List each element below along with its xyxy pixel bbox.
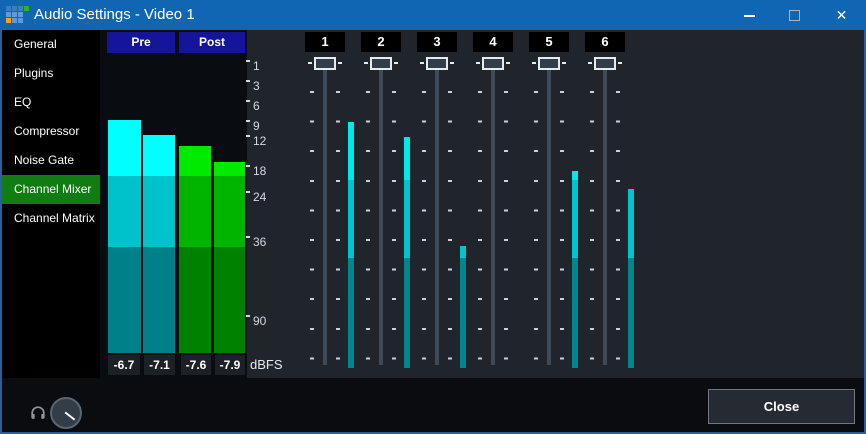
channel-level-meter-3 [460, 246, 466, 368]
fader-handle-4[interactable] [482, 57, 504, 70]
scale-tick-text: 9 [253, 119, 260, 133]
scale-tick: 24 [246, 190, 266, 204]
dbfs-unit-label: dBFS [250, 355, 294, 375]
scale-tick: 3 [246, 79, 260, 93]
scale-tick-text: 36 [253, 235, 266, 249]
pre-meter-label: Pre [107, 32, 175, 53]
channel-strip-2: 2 [358, 30, 404, 378]
channel-strip-1: 1 [302, 30, 348, 378]
channel-strip-3: 3 [414, 30, 460, 378]
channel-number-label: 6 [585, 32, 625, 52]
fader-tick-marks [560, 91, 564, 363]
scale-tick-text: 90 [253, 314, 266, 328]
scale-tick-text: 24 [253, 190, 266, 204]
sidebar-item-channel-mixer[interactable]: Channel Mixer [2, 175, 100, 204]
channel-number-label: 5 [529, 32, 569, 52]
scale-tick: 1 [246, 59, 260, 73]
scale-tick: 18 [246, 164, 266, 178]
sidebar-item-plugins[interactable]: Plugins [2, 59, 100, 88]
pre-meter-bar-left [108, 120, 141, 353]
fader-track [491, 59, 495, 365]
post-meter-bar-left [179, 146, 211, 353]
scale-tick: 90 [246, 314, 266, 328]
channel-strip-4: 4 [470, 30, 516, 378]
fader-tick-marks [616, 91, 620, 363]
scale-tick: 9 [246, 119, 260, 133]
pre-level-readout-left: -6.7 [108, 355, 140, 375]
knob-pointer-icon [65, 412, 76, 421]
fader-tick-marks [534, 91, 538, 363]
post-level-readout-right: -7.9 [215, 355, 245, 375]
fader-handle-1[interactable] [314, 57, 336, 70]
pre-meter-bar-right [143, 135, 175, 353]
scale-tick-text: 3 [253, 79, 260, 93]
scale-tick: 36 [246, 235, 266, 249]
minimize-button[interactable] [727, 0, 772, 30]
channel-number-label: 2 [361, 32, 401, 52]
maximize-button[interactable] [772, 0, 817, 30]
sidebar-nav: General Plugins EQ Compressor Noise Gate… [2, 30, 100, 432]
titlebar: Audio Settings - Video 1 ✕ [0, 0, 866, 30]
scale-tick-text: 1 [253, 59, 260, 73]
fader-track [379, 59, 383, 365]
post-meter-bar-right [214, 162, 245, 353]
fader-tick-marks [504, 91, 508, 363]
channel-strip-5: 5 [526, 30, 572, 378]
sidebar-item-compressor[interactable]: Compressor [2, 117, 100, 146]
channel-strip-6: 6 [582, 30, 628, 378]
pre-level-readout-right: -7.1 [144, 355, 175, 375]
fader-track [547, 59, 551, 365]
channel-level-meter-1 [348, 122, 354, 368]
scale-tick: 6 [246, 99, 260, 113]
footer-bar: Close [2, 378, 864, 432]
maximize-icon [789, 10, 800, 21]
post-level-readout-left: -7.6 [181, 355, 211, 375]
fader-handle-6[interactable] [594, 57, 616, 70]
channel-level-meter-2 [404, 137, 410, 368]
fader-tick-marks [392, 91, 396, 363]
fader-tick-marks [590, 91, 594, 363]
scale-tick-text: 12 [253, 134, 266, 148]
channel-level-meter-5 [572, 171, 578, 368]
fader-track [603, 59, 607, 365]
window-title: Audio Settings - Video 1 [34, 0, 195, 30]
scale-tick-text: 6 [253, 99, 260, 113]
close-window-button[interactable]: ✕ [819, 0, 864, 30]
channel-number-label: 3 [417, 32, 457, 52]
fader-tick-marks [366, 91, 370, 363]
fader-handle-5[interactable] [538, 57, 560, 70]
close-button[interactable]: Close [708, 389, 855, 424]
fader-handle-2[interactable] [370, 57, 392, 70]
fader-tick-marks [478, 91, 482, 363]
channel-number-label: 1 [305, 32, 345, 52]
sidebar-item-general[interactable]: General [2, 30, 100, 59]
close-icon: ✕ [819, 0, 864, 30]
channel-level-meter-6 [628, 189, 634, 368]
channel-number-label: 4 [473, 32, 513, 52]
fader-track [435, 59, 439, 365]
app-logo-icon [6, 4, 30, 24]
fader-tick-marks [336, 91, 340, 363]
headphones-icon [28, 403, 48, 428]
post-meter-label: Post [179, 32, 245, 53]
scale-tick-text: 18 [253, 164, 266, 178]
sidebar-item-channel-matrix[interactable]: Channel Matrix [2, 204, 100, 233]
fader-track [323, 59, 327, 365]
audio-settings-window: Audio Settings - Video 1 ✕ General Plugi… [0, 0, 866, 434]
sidebar-item-noise-gate[interactable]: Noise Gate [2, 146, 100, 175]
sidebar-item-eq[interactable]: EQ [2, 88, 100, 117]
fader-tick-marks [448, 91, 452, 363]
minimize-icon [744, 15, 755, 17]
scale-tick: 12 [246, 134, 266, 148]
headphone-volume-knob[interactable] [50, 397, 82, 429]
fader-handle-3[interactable] [426, 57, 448, 70]
fader-tick-marks [422, 91, 426, 363]
fader-tick-marks [310, 91, 314, 363]
